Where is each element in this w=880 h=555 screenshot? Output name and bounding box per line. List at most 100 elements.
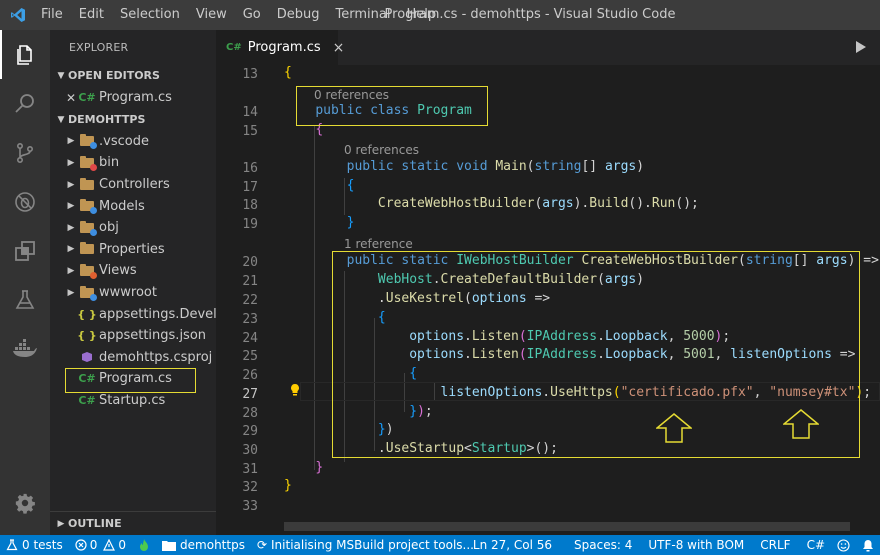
folder-item[interactable]: ▶ obj xyxy=(50,217,216,239)
code-line-31: } xyxy=(315,460,324,475)
encoding[interactable]: UTF-8 with BOM xyxy=(642,538,750,552)
tree-item-label: obj xyxy=(99,220,119,236)
code-line-19: } xyxy=(346,215,355,230)
folder-item[interactable]: ▶ bin xyxy=(50,152,216,174)
line-number: 22 xyxy=(242,293,258,308)
project-name: demohttps xyxy=(180,538,245,552)
folder-icon xyxy=(78,134,97,150)
menu-help[interactable]: Help xyxy=(398,0,444,30)
tests-count: 0 tests xyxy=(22,538,63,552)
folder-item[interactable]: ▶ Models xyxy=(50,195,216,217)
code-line-17: { xyxy=(346,178,355,193)
close-icon[interactable]: ✕ xyxy=(64,91,78,105)
line-number: 25 xyxy=(242,349,258,364)
tree-item-label: Models xyxy=(99,198,145,214)
menu-debug[interactable]: Debug xyxy=(269,0,328,30)
extensions-icon[interactable] xyxy=(0,226,50,275)
horizontal-scrollbar[interactable] xyxy=(284,522,850,531)
project-file-icon xyxy=(78,351,96,363)
file-item[interactable]: { }appsettings.Devel... xyxy=(50,303,216,325)
close-icon[interactable]: × xyxy=(333,40,345,56)
line-number: 33 xyxy=(242,499,258,514)
chevron-right-icon: ▶ xyxy=(67,244,75,255)
status-bar: 0 tests 0 0 demohttps ⟳ Initialising MSB… xyxy=(0,535,880,555)
open-editors-section[interactable]: ▼ OPEN EDITORS xyxy=(50,65,216,87)
folder-icon xyxy=(78,199,97,215)
vscode-logo-icon xyxy=(0,0,35,30)
code-line-32: } xyxy=(284,478,292,493)
gear-icon[interactable] xyxy=(0,478,50,527)
line-number: 15 xyxy=(242,124,258,139)
chevron-right-icon: ▶ xyxy=(67,265,75,276)
line-number: 28 xyxy=(242,406,258,421)
menu-go[interactable]: Go xyxy=(235,0,269,30)
chevron-down-icon: ▼ xyxy=(57,71,65,81)
arrow-up-icon xyxy=(654,413,694,447)
line-ending[interactable]: CRLF xyxy=(754,538,796,552)
folder-icon xyxy=(78,177,96,190)
bell-icon[interactable] xyxy=(856,539,880,552)
flame-icon[interactable] xyxy=(132,538,156,552)
codelens-references[interactable]: 1 reference xyxy=(344,237,413,251)
problems-status[interactable]: 0 0 xyxy=(69,538,132,552)
folder-item[interactable]: ▶ Controllers xyxy=(50,174,216,196)
language-mode[interactable]: C# xyxy=(801,538,831,552)
debug-icon[interactable] xyxy=(0,177,50,226)
search-icon[interactable] xyxy=(0,79,50,128)
cursor-position[interactable]: Ln 27, Col 56 xyxy=(467,538,558,552)
chevron-down-icon: ▼ xyxy=(57,114,65,125)
warning-icon xyxy=(103,539,116,551)
open-editor-item[interactable]: ✕ C# Program.cs xyxy=(50,87,216,109)
menu-terminal[interactable]: Terminal xyxy=(328,0,399,30)
menu-edit[interactable]: Edit xyxy=(71,0,112,30)
line-number: 14 xyxy=(242,105,258,120)
tree-item-label: bin xyxy=(99,155,120,171)
line-number: 23 xyxy=(242,312,258,327)
folder-item[interactable]: ▶ Views xyxy=(50,260,216,282)
smiley-icon[interactable] xyxy=(831,538,856,552)
error-count: 0 xyxy=(89,538,98,552)
chevron-right-icon: ▶ xyxy=(67,287,75,298)
project-section[interactable]: ▼ DEMOHTTPS xyxy=(50,109,216,131)
tree-item-label: Startup.cs xyxy=(99,393,166,409)
tab-program-cs[interactable]: C# Program.cs × xyxy=(216,30,344,65)
editor-tabs: C# Program.cs × xyxy=(216,30,880,65)
sync-icon: ⟳ xyxy=(256,538,268,552)
folder-icon xyxy=(78,285,97,301)
run-icon[interactable] xyxy=(854,39,868,59)
project-status[interactable]: demohttps xyxy=(156,538,251,552)
line-number: 16 xyxy=(242,161,258,176)
files-icon[interactable] xyxy=(0,30,50,79)
csharp-file-icon: C# xyxy=(78,394,96,408)
json-file-icon: { } xyxy=(77,329,97,343)
tree-item-label: Properties xyxy=(99,241,165,257)
folder-icon xyxy=(78,263,97,279)
task-status: ⟳ Initialising MSBuild project tools... xyxy=(251,538,480,552)
explorer-sidebar: EXPLORER ▼ OPEN EDITORS ✕ C# Program.cs … xyxy=(50,30,216,535)
tests-status[interactable]: 0 tests xyxy=(0,538,69,552)
menu-file[interactable]: File xyxy=(35,0,71,30)
file-item[interactable]: { } appsettings.json xyxy=(50,325,216,347)
line-number: 20 xyxy=(242,255,258,270)
lightbulb-icon[interactable] xyxy=(289,383,301,401)
code-editor[interactable]: 13 14 15 16 17 18 19 20 21 22 23 24 25 26 27 28 29 30 31 32… xyxy=(216,65,880,535)
menu-selection[interactable]: Selection xyxy=(112,0,188,30)
folder-item[interactable]: ▶ Properties xyxy=(50,239,216,261)
folder-item[interactable]: ▶ .vscode xyxy=(50,131,216,153)
outline-label: OUTLINE xyxy=(68,516,122,530)
docker-icon[interactable] xyxy=(0,324,50,373)
csharp-file-icon: C# xyxy=(226,42,242,53)
indentation[interactable]: Spaces: 4 xyxy=(568,538,638,552)
warning-count: 0 xyxy=(118,538,127,552)
outline-section[interactable]: ▶ OUTLINE xyxy=(50,511,216,535)
folder-icon xyxy=(162,540,177,551)
codelens-references[interactable]: 0 references xyxy=(344,143,419,157)
highlight-program-file xyxy=(65,368,196,393)
folder-icon xyxy=(78,242,96,255)
menu-view[interactable]: View xyxy=(188,0,235,30)
folder-item[interactable]: ▶ wwwroot xyxy=(50,282,216,304)
chevron-right-icon: ▶ xyxy=(67,222,75,233)
file-item[interactable]: demohttps.csproj xyxy=(50,347,216,369)
source-control-icon[interactable] xyxy=(0,128,50,177)
test-icon[interactable] xyxy=(0,275,50,324)
